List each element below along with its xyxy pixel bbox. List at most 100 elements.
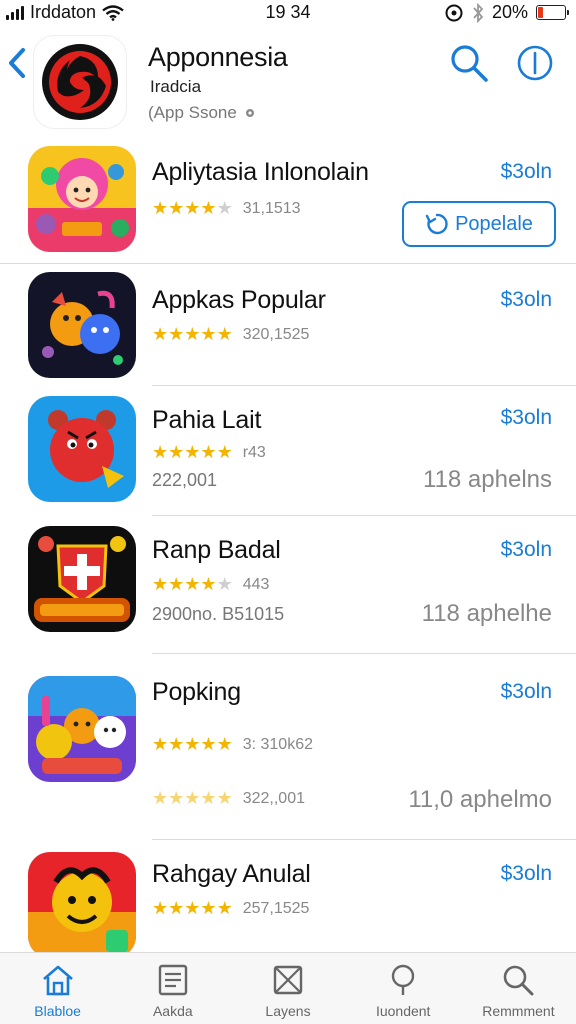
refresh-icon [425, 213, 448, 235]
app-price[interactable]: $3oln [501, 680, 552, 704]
search-icon [504, 965, 534, 996]
star-icon: ★ [168, 442, 185, 462]
app-price[interactable]: $3oln [501, 538, 552, 562]
star-icon: ★ [216, 324, 233, 344]
app-title: Apliytasia Inlonolain [152, 158, 369, 186]
tab-layers[interactable]: Layens [230, 953, 345, 1024]
rating-count: 257,1525 [242, 899, 310, 917]
app-icon [28, 676, 136, 782]
list-item[interactable]: Ranp Badal $3oln ★★★★★ 443 2900no. B5101… [0, 516, 576, 654]
download-count: 222,001 [152, 470, 218, 490]
gear-icon [245, 109, 254, 117]
tab-bar: Blabloe Aakda Layens Iuondent Remmment [0, 952, 576, 1024]
star-icon: ★ [216, 198, 233, 218]
star-icon: ★ [168, 788, 185, 808]
star-icon: ★ [168, 574, 185, 594]
star-icon: ★ [216, 788, 233, 808]
star-icon: ★ [184, 788, 201, 808]
star-icon: ★ [184, 442, 201, 462]
app-meta: 118 aphelns [423, 466, 552, 493]
rating-count: 443 [242, 575, 270, 593]
star-icon: ★ [152, 442, 169, 462]
star-rating: ★★★★★ [152, 324, 233, 345]
tab-label: Remmment [482, 1003, 555, 1019]
star-rating: ★★★★★ [152, 198, 233, 219]
star-rating: ★★★★★ [152, 574, 233, 595]
list-item[interactable]: Popking $3oln ★★★★★ 3: 310k62 ★★★★★ 322,… [0, 654, 576, 840]
app-header: Apponnesia Iradcia (App Ssone [0, 28, 576, 138]
rating: ★★★★★ 443 [152, 574, 269, 595]
box-icon [273, 965, 303, 995]
rating-count: 3: 310k62 [242, 735, 313, 753]
star-icon: ★ [200, 324, 217, 344]
star-icon: ★ [152, 898, 169, 918]
rating: ★★★★★ r43 [152, 442, 266, 463]
star-icon: ★ [216, 574, 233, 594]
star-rating: ★★★★★ [152, 898, 233, 919]
tab-search[interactable]: Remmment [461, 953, 576, 1024]
tab-places[interactable]: Iuondent [346, 953, 461, 1024]
app-price[interactable]: $3oln [501, 862, 552, 886]
star-icon: ★ [184, 198, 201, 218]
tab-label: Iuondent [375, 1003, 431, 1019]
star-icon: ★ [216, 734, 233, 754]
app-price[interactable]: $3oln [501, 288, 552, 312]
star-icon: ★ [184, 574, 201, 594]
tab-home[interactable]: Blabloe [0, 953, 115, 1024]
battery-icon [536, 5, 569, 20]
star-icon: ★ [200, 442, 217, 462]
download-count: 2900no. B51015 [152, 604, 285, 624]
star-icon: ★ [200, 574, 217, 594]
page-title: Apponnesia [148, 42, 288, 72]
star-rating: ★★★★★ [152, 442, 233, 463]
list-item[interactable]: Appkas Popular $3oln ★★★★★ 320,1525 [0, 264, 576, 386]
swirl-logo-icon [42, 44, 118, 120]
location-icon [445, 4, 463, 21]
list-item[interactable]: Pahia Lait $3oln ★★★★★ r43 222,001 118 a… [0, 386, 576, 516]
tab-lists[interactable]: Aakda [115, 953, 230, 1024]
search-button[interactable] [448, 42, 490, 84]
rating: ★★★★★ 257,1525 [152, 898, 309, 919]
store-source: (App Ssone [148, 103, 257, 123]
star-icon: ★ [152, 574, 169, 594]
list-item[interactable]: Rahgay Anulal $3oln ★★★★★ 257,1525 [0, 840, 576, 958]
app-icon [28, 396, 136, 502]
star-icon: ★ [168, 734, 185, 754]
star-rating: ★★★★★ [152, 788, 233, 809]
rating-count: r43 [242, 443, 266, 461]
star-icon: ★ [168, 898, 185, 918]
app-price[interactable]: $3oln [501, 406, 552, 430]
star-icon: ★ [200, 898, 217, 918]
app-title: Appkas Popular [152, 286, 326, 314]
page-subtitle: Iradcia [150, 77, 202, 96]
open-button-label: Popelale [455, 212, 533, 235]
status-right: 20% [444, 2, 569, 23]
status-bar: Irddaton 19 34 20% [0, 0, 576, 28]
star-icon: ★ [216, 442, 233, 462]
star-icon: ★ [216, 898, 233, 918]
app-title: Ranp Badal [152, 536, 281, 564]
app-icon [28, 272, 136, 378]
tab-label: Blabloe [34, 1003, 81, 1019]
list-item[interactable]: Apliytasia Inlonolain $3oln ★★★★★ 31,151… [0, 138, 576, 264]
home-icon [42, 965, 73, 996]
back-button[interactable] [6, 46, 28, 80]
star-icon: ★ [152, 324, 169, 344]
app-icon [28, 526, 136, 632]
compass-button[interactable] [516, 44, 554, 82]
store-source-label: (App Ssone [148, 103, 237, 122]
list-icon [158, 964, 187, 996]
star-icon: ★ [200, 788, 217, 808]
battery-percent: 20% [491, 2, 528, 22]
star-icon: ★ [168, 198, 185, 218]
star-icon: ★ [152, 734, 169, 754]
app-icon [28, 852, 136, 958]
app-title: Rahgay Anulal [152, 860, 311, 888]
rating-count: 322,,001 [242, 789, 305, 807]
open-button[interactable]: Popelale [402, 201, 556, 247]
app-title: Pahia Lait [152, 406, 262, 434]
app-price[interactable]: $3oln [501, 160, 552, 184]
rating: ★★★★★ 320,1525 [152, 324, 309, 345]
tab-label: Aakda [152, 1003, 193, 1019]
app-meta: 118 aphelhe [421, 600, 552, 627]
